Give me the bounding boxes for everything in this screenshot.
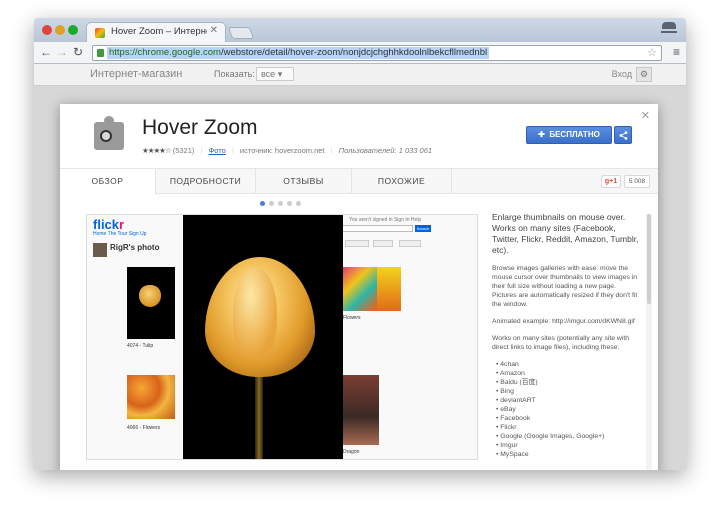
zoom-window-button[interactable] <box>68 25 78 35</box>
list-item: • Amazon <box>496 370 525 377</box>
flickr-logo: flickr <box>93 217 125 232</box>
extension-puzzle-icon <box>90 114 130 154</box>
url-text[interactable]: https://chrome.google.com/webstore/detai… <box>107 47 490 59</box>
flickr-user: RigR's photo <box>93 243 163 259</box>
description-lead: Enlarge thumbnails on mouse over. Works … <box>492 212 639 255</box>
show-select[interactable]: все ▾ <box>256 67 294 81</box>
webstore-icon <box>95 28 105 38</box>
flickr-nav: Home The Tour Sign Up <box>93 231 147 237</box>
address-bar[interactable]: https://chrome.google.com/webstore/detai… <box>92 45 662 61</box>
list-item: • Flickr <box>496 424 517 431</box>
tulip-thumbnail <box>127 267 175 339</box>
tab-overview[interactable]: ОБЗОР <box>60 169 156 195</box>
google-plus-count: 5 008 <box>624 175 650 188</box>
tab-details[interactable]: ПОДРОБНОСТИ <box>156 169 256 194</box>
description-scrollbar[interactable] <box>646 214 652 470</box>
store-title[interactable]: Интернет-магазин <box>90 68 182 80</box>
close-window-button[interactable] <box>42 25 52 35</box>
list-item: • Imgur <box>496 442 518 449</box>
gear-icon[interactable]: ⚙ <box>636 67 652 82</box>
caption-tulip: 4074 - Tulip <box>127 343 154 349</box>
list-item: • Facebook <box>496 415 531 422</box>
flickr-controls <box>345 240 427 247</box>
list-item: • MySpace <box>496 451 529 458</box>
show-label: Показать: <box>214 69 255 79</box>
list-item: • eBay <box>496 406 516 413</box>
tab-related[interactable]: ПОХОЖИЕ <box>352 169 452 194</box>
back-arrow-icon[interactable]: ← <box>40 45 52 59</box>
list-item: • Google (Google Images, Google+) <box>496 433 605 440</box>
lock-icon <box>97 49 104 57</box>
detail-tabs: ОБЗОР ПОДРОБНОСТИ ОТЗЫВЫ ПОХОЖИЕ g+1 5 0… <box>60 168 658 195</box>
close-icon[interactable]: ✕ <box>641 109 650 122</box>
new-tab-button[interactable] <box>227 27 255 39</box>
forward-arrow-icon[interactable]: → <box>56 45 68 59</box>
share-icon <box>619 131 627 140</box>
share-button[interactable] <box>614 126 632 144</box>
flowers-thumbnail <box>127 375 175 419</box>
rating-stars: ★★★★☆ <box>142 146 172 155</box>
carousel-dot[interactable] <box>296 201 301 206</box>
zoomed-image-overlay <box>183 215 343 459</box>
users-count: Пользователей: 1 033 061 <box>338 146 433 155</box>
description-paragraph: Works on many sites (potentially any sit… <box>492 335 629 351</box>
site-list: • 4chan • Amazon • Baidu (百度) • Bing • d… <box>492 360 642 459</box>
install-button[interactable]: ✚ БЕСПЛАТНО <box>526 126 612 144</box>
list-item: • deviantART <box>496 397 536 404</box>
photo-link[interactable]: Фото <box>209 146 226 155</box>
carousel-dot[interactable] <box>278 201 283 206</box>
browser-tab[interactable]: Hover Zoom – Интернет- ✕ <box>86 22 226 42</box>
list-item: • 4chan <box>496 361 519 368</box>
description: Enlarge thumbnails on mouse over. Works … <box>492 212 642 470</box>
avatar <box>93 243 107 257</box>
google-plus-button[interactable]: g+1 <box>601 175 621 188</box>
caption-flowers-2: Flowers <box>343 315 361 321</box>
flickr-signin: You aren't signed in Sign In Help <box>349 217 422 223</box>
close-tab-icon[interactable]: ✕ <box>210 25 218 36</box>
extension-detail-dialog: ✕ Hover Zoom ★★★★☆ (5321) | Фото | источ… <box>60 104 658 470</box>
carousel-dot[interactable] <box>269 201 274 206</box>
menu-icon[interactable]: ≡ <box>673 45 680 59</box>
tab-title: Hover Zoom – Интернет- <box>111 26 207 37</box>
webstore-page: Интернет-магазин Показать: все ▾ Вход ⚙ … <box>34 64 686 470</box>
login-link[interactable]: Вход <box>612 69 632 79</box>
title-bar: Hover Zoom – Интернет- ✕ <box>34 18 686 42</box>
carousel-dot[interactable] <box>260 201 265 206</box>
incognito-icon <box>660 22 678 38</box>
minimize-window-button[interactable] <box>55 25 65 35</box>
colorful-thumbnail-2 <box>377 267 401 311</box>
source-link[interactable]: источник: hoverzoom.net <box>240 146 325 155</box>
flickr-search-button: Search <box>415 225 431 232</box>
extension-screenshot[interactable]: flickr Home The Tour Sign Up RigR's phot… <box>86 214 478 460</box>
caption-dragon: Dragon <box>343 449 360 455</box>
carousel-dot[interactable] <box>287 201 292 206</box>
browser-toolbar: ← → ↻ https://chrome.google.com/webstore… <box>34 42 686 64</box>
sculpture-thumbnail <box>343 375 379 445</box>
tab-reviews[interactable]: ОТЗЫВЫ <box>256 169 352 194</box>
browser-window: Hover Zoom – Интернет- ✕ ← → ↻ https://c… <box>34 18 686 470</box>
list-item: • Bing <box>496 388 514 395</box>
caption-flowers: 4066 - Flowers <box>127 425 161 431</box>
extension-title: Hover Zoom <box>142 116 258 139</box>
extension-meta: ★★★★☆ (5321) | Фото | источник: hoverzoo… <box>142 146 433 155</box>
description-paragraph: Browse images galleries with ease: move … <box>492 265 638 308</box>
list-item: • Baidu (百度) <box>496 379 538 386</box>
rating-count[interactable]: (5321) <box>173 146 195 155</box>
reload-icon[interactable]: ↻ <box>73 45 83 59</box>
store-header: Интернет-магазин Показать: все ▾ Вход ⚙ <box>34 64 686 86</box>
description-paragraph: Animated example: http://imgur.com/dKWN8… <box>492 318 635 325</box>
bookmark-star-icon[interactable]: ☆ <box>647 46 657 59</box>
